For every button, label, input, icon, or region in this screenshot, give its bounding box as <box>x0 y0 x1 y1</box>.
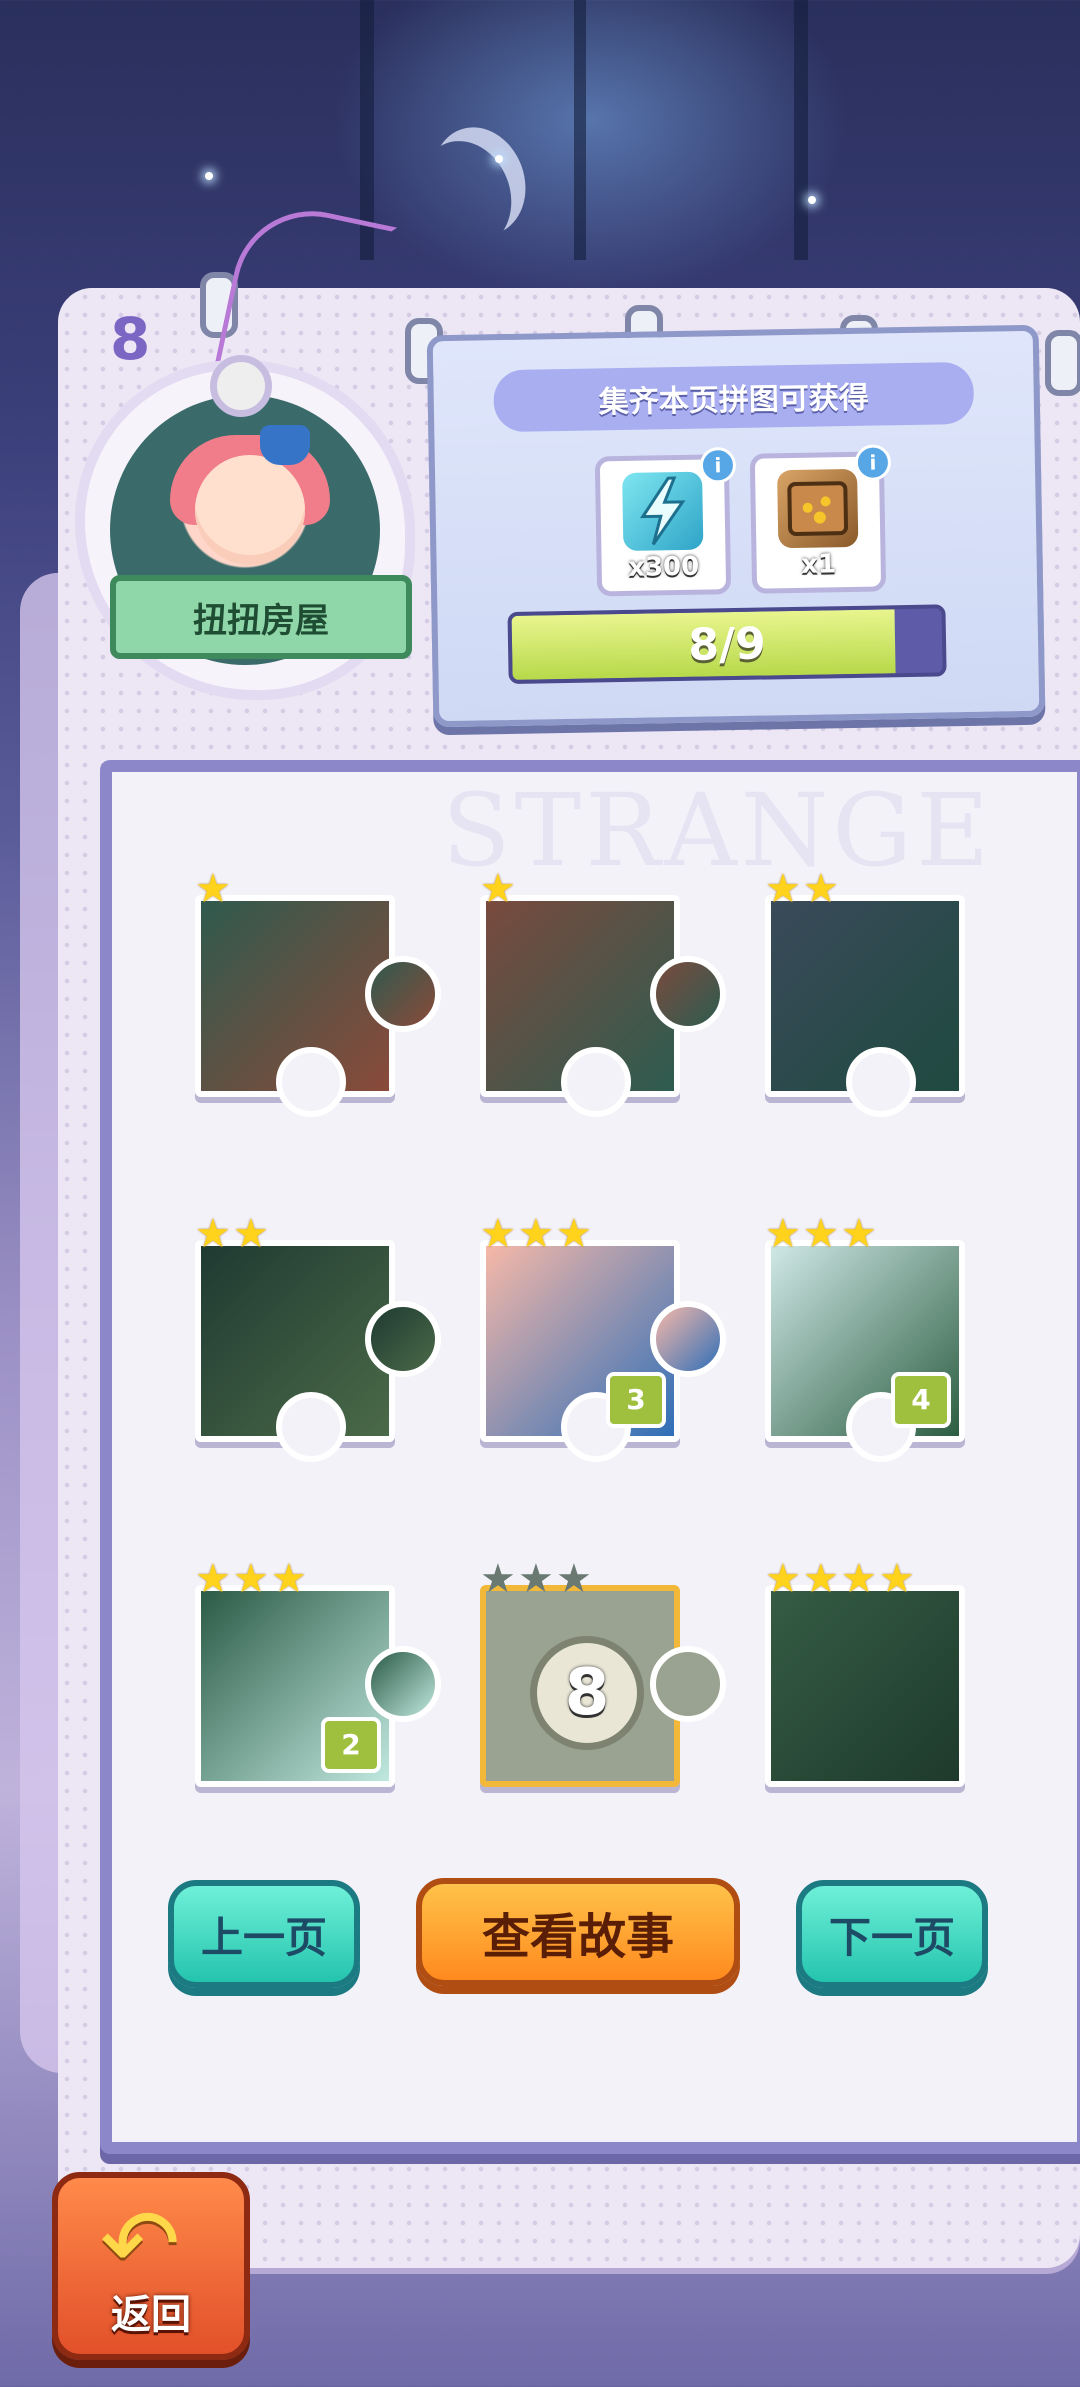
star-icon: ★ <box>765 866 801 912</box>
piece-count-badge: 3 <box>606 1372 666 1428</box>
star-icon: ★ <box>233 1211 269 1257</box>
star-icon: ★ <box>803 866 839 912</box>
puzzle-piece[interactable]: ★ ★ <box>195 1214 441 1462</box>
treasure-box-icon <box>777 468 859 549</box>
puzzle-tab <box>365 1646 441 1722</box>
reward-item-box[interactable]: x1 i <box>749 444 892 594</box>
star-icon: ★ <box>803 1211 839 1257</box>
star-rating: ★ <box>480 866 516 912</box>
star-icon: ★ <box>518 1211 554 1257</box>
back-button[interactable]: ↶ 返回 <box>52 2172 250 2360</box>
puzzle-tab <box>650 956 726 1032</box>
puzzle-tab <box>365 1301 441 1377</box>
character-face <box>195 455 305 565</box>
star-icon: ★ <box>195 1211 231 1257</box>
badge-hook <box>210 355 272 417</box>
puzzle-piece[interactable]: ★ ★ ★ 4 <box>765 1214 965 1462</box>
reward-item-energy[interactable]: x300 i <box>594 446 737 597</box>
reward-count: x1 <box>800 549 837 580</box>
view-story-button[interactable]: 查看故事 <box>416 1878 740 1986</box>
puzzle-piece[interactable]: ★ <box>195 869 441 1117</box>
puzzle-tab <box>650 1301 726 1377</box>
star-rating: ★ ★ <box>765 866 839 912</box>
back-arrow-icon: ↶ <box>100 2188 181 2300</box>
star-icon: ★ <box>195 866 231 912</box>
lightning-icon <box>622 471 704 551</box>
star-icon: ★ <box>841 1211 877 1257</box>
piece-required-count: 8 <box>530 1636 644 1750</box>
binder-ring <box>1045 330 1080 396</box>
info-icon[interactable]: i <box>699 446 737 484</box>
star-rating: ★ ★ ★ <box>480 1556 592 1602</box>
puzzle-notch <box>561 1047 631 1117</box>
reward-title: 集齐本页拼图可获得 <box>493 361 975 433</box>
back-label: 返回 <box>111 2292 191 2338</box>
star-rating: ★ ★ ★ <box>765 1211 877 1257</box>
reward-count: x300 <box>627 551 700 583</box>
board-watermark: STRANGE <box>442 772 994 889</box>
badge-title: 扭扭房屋 <box>110 575 412 659</box>
star-rating: ★ ★ ★ <box>480 1211 592 1257</box>
star-icon: ★ <box>841 1556 877 1602</box>
puzzle-piece[interactable]: ★ ★ ★ ★ <box>765 1559 965 1787</box>
puzzle-notch <box>276 1392 346 1462</box>
puzzle-tab <box>650 1646 726 1722</box>
star-rating: ★ ★ ★ <box>195 1556 307 1602</box>
star-icon: ★ <box>879 1556 915 1602</box>
star-icon: ★ <box>765 1556 801 1602</box>
star-icon: ★ <box>233 1556 269 1602</box>
puzzle-piece[interactable]: ★ <box>480 869 726 1117</box>
star-rating: ★ ★ ★ ★ <box>765 1556 915 1602</box>
puzzle-piece[interactable]: ★ ★ ★ 3 <box>480 1214 726 1462</box>
character-hat <box>260 425 310 465</box>
sparkle-decoration <box>808 196 816 204</box>
star-icon: ★ <box>480 866 516 912</box>
star-rating: ★ ★ <box>195 1211 269 1257</box>
reward-card: 集齐本页拼图可获得 x300 i x1 i 8/9 <box>426 324 1046 728</box>
piece-count-badge: 2 <box>321 1717 381 1773</box>
star-icon: ★ <box>480 1211 516 1257</box>
star-icon: ★ <box>556 1556 592 1602</box>
info-icon[interactable]: i <box>854 444 892 481</box>
page-number: 8 <box>110 305 151 373</box>
star-icon: ★ <box>556 1211 592 1257</box>
prev-page-button[interactable]: 上一页 <box>168 1880 360 1988</box>
star-icon: ★ <box>480 1556 516 1602</box>
puzzle-notch <box>846 1047 916 1117</box>
sparkle-decoration <box>495 155 503 163</box>
progress-text: 8/9 <box>687 618 767 671</box>
puzzle-notch <box>276 1047 346 1117</box>
star-icon: ★ <box>765 1211 801 1257</box>
next-page-button[interactable]: 下一页 <box>796 1880 988 1988</box>
star-icon: ★ <box>803 1556 839 1602</box>
puzzle-piece[interactable]: ★ ★ <box>765 869 965 1117</box>
piece-count-badge: 4 <box>891 1372 951 1428</box>
puzzle-tab <box>365 956 441 1032</box>
star-icon: ★ <box>195 1556 231 1602</box>
star-icon: ★ <box>518 1556 554 1602</box>
puzzle-piece[interactable]: ★ ★ ★ 2 <box>195 1559 441 1787</box>
star-rating: ★ <box>195 866 231 912</box>
star-icon: ★ <box>271 1556 307 1602</box>
puzzle-piece-locked[interactable]: ★ ★ ★ 8 <box>480 1559 726 1787</box>
collection-progress-bar: 8/9 <box>507 604 947 684</box>
sparkle-decoration <box>205 172 213 180</box>
